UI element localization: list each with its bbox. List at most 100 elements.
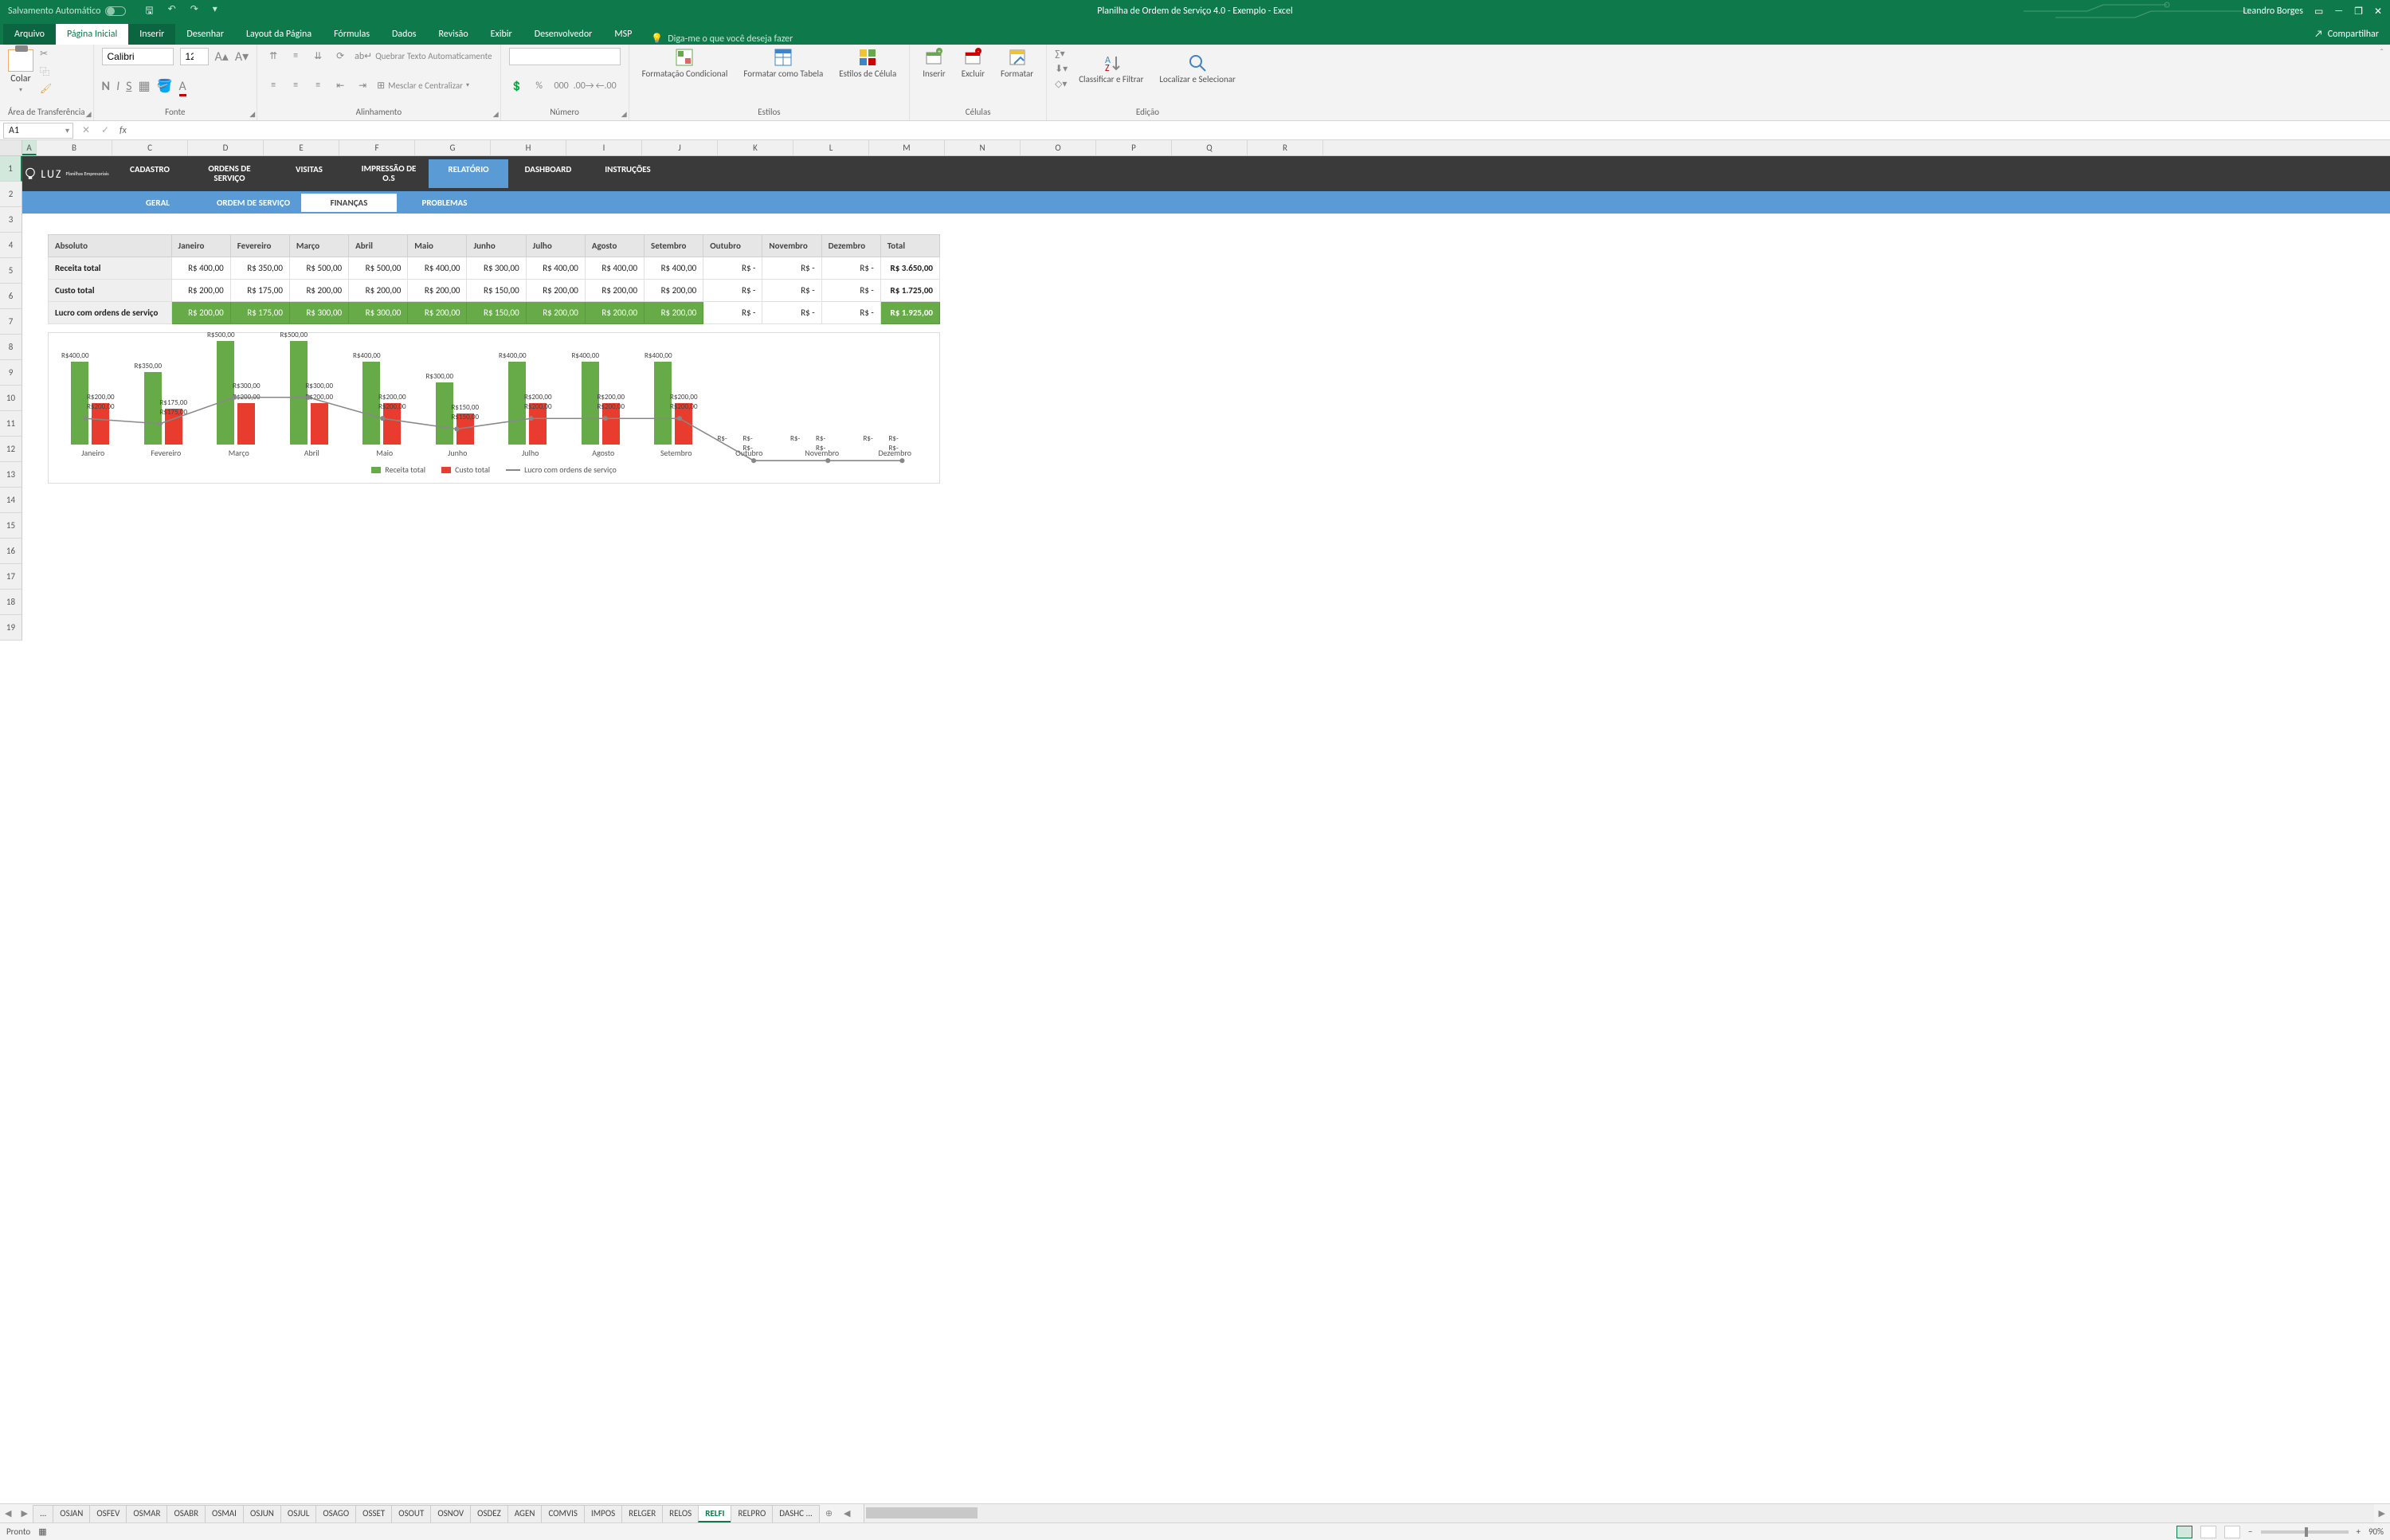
row-header[interactable]: 14 [0, 488, 22, 513]
number-format-select[interactable] [509, 48, 621, 65]
delete-cells-button[interactable]: -Excluir [957, 48, 989, 79]
cell-value[interactable]: R$ 200,00 [171, 302, 230, 324]
sheet-tab[interactable]: OSMAI [205, 1505, 244, 1522]
close-icon[interactable]: ✕ [2374, 6, 2382, 18]
sheet-tab[interactable]: OSABR [167, 1505, 206, 1522]
sheet-tab[interactable]: OSMAR [126, 1505, 167, 1522]
view-normal-icon[interactable] [2176, 1526, 2192, 1538]
add-sheet-icon[interactable]: ⊕ [819, 1508, 839, 1518]
save-icon[interactable]: 🖫 [145, 3, 153, 20]
underline-button[interactable]: S [126, 79, 131, 94]
row-header[interactable]: 5 [0, 258, 22, 284]
indent-inc-icon[interactable]: ⇥ [355, 77, 370, 93]
cell-value[interactable]: R$ 400,00 [585, 257, 644, 280]
autosave-toggle[interactable]: Salvamento Automático [0, 6, 134, 17]
cut-icon[interactable]: ✂ [40, 48, 52, 60]
sheet-tab[interactable]: OSAGO [315, 1505, 356, 1522]
redo-icon[interactable]: ↷ [190, 3, 198, 20]
autosum-icon[interactable]: ∑▾ [1055, 48, 1068, 60]
cell-value[interactable]: R$ 400,00 [171, 257, 230, 280]
select-all-corner[interactable] [0, 140, 22, 155]
cell-value[interactable]: R$ - [703, 257, 762, 280]
find-select-button[interactable]: Localizar e Selecionar [1154, 53, 1240, 84]
align-center-icon[interactable]: ≡ [288, 77, 304, 93]
zoom-in-icon[interactable]: + [2357, 1526, 2361, 1537]
col-header[interactable]: L [793, 140, 869, 155]
cell-value[interactable]: R$ 400,00 [645, 257, 703, 280]
row-header[interactable]: 10 [0, 386, 22, 411]
sheet-tab[interactable]: OSFEV [89, 1505, 127, 1522]
view-page-break-icon[interactable] [2224, 1526, 2240, 1538]
thousands-icon[interactable]: 000 [554, 78, 570, 94]
sheet-tab[interactable]: DASHC ... [772, 1505, 820, 1522]
format-as-table-button[interactable]: Formatar como Tabela [739, 48, 828, 79]
col-header[interactable]: R [1248, 140, 1323, 155]
cell-value[interactable]: R$ 200,00 [585, 302, 644, 324]
cell-value[interactable]: R$ 300,00 [467, 257, 526, 280]
row-header[interactable]: 1 [0, 156, 22, 182]
tab-layout[interactable]: Layout da Página [235, 24, 323, 45]
increase-font-icon[interactable]: A▴ [215, 49, 229, 65]
col-header[interactable]: O [1021, 140, 1096, 155]
cell-value[interactable]: R$ 150,00 [467, 302, 526, 324]
align-top-icon[interactable]: ⇈ [265, 48, 281, 64]
zoom-slider[interactable] [2261, 1530, 2349, 1534]
minimize-icon[interactable]: — [2334, 6, 2343, 17]
ribbon-display-icon[interactable]: ▭ [2314, 6, 2323, 18]
tab-file[interactable]: Arquivo [3, 24, 56, 45]
tab-view[interactable]: Exibir [480, 24, 523, 45]
formula-input[interactable] [131, 123, 2390, 139]
cell-value[interactable]: R$ 200,00 [585, 280, 644, 302]
insert-cells-button[interactable]: +Inserir [918, 48, 950, 79]
paste-button[interactable]: Colar ▾ [8, 49, 33, 94]
sheet-tab[interactable]: OSNOV [430, 1505, 471, 1522]
sheet-nav-prev-icon[interactable]: ◀ [0, 1508, 16, 1518]
cell-value[interactable]: R$ 200,00 [526, 280, 585, 302]
cell-value[interactable]: R$ 200,00 [526, 302, 585, 324]
inc-decimal-icon[interactable]: .00→ [576, 78, 592, 94]
cell-value[interactable]: R$ 200,00 [289, 280, 348, 302]
dialog-launcher-icon[interactable]: ◢ [621, 110, 627, 119]
tab-draw[interactable]: Desenhar [175, 24, 235, 45]
nav-cadastro[interactable]: CADASTRO [110, 159, 190, 188]
cell-value[interactable]: R$ - [703, 302, 762, 324]
col-header[interactable]: D [188, 140, 264, 155]
macro-record-icon[interactable]: ▦ [38, 1526, 46, 1537]
collapse-ribbon-icon[interactable]: ˆ [2373, 45, 2390, 120]
sheet-tab[interactable]: RELGER [621, 1505, 663, 1522]
font-size-select[interactable] [180, 48, 209, 65]
dialog-launcher-icon[interactable]: ◢ [249, 110, 255, 119]
font-color-icon[interactable]: A [179, 79, 186, 94]
format-painter-icon[interactable]: 🖌 [40, 83, 52, 95]
indent-dec-icon[interactable]: ⇤ [332, 77, 348, 93]
cell-value[interactable]: R$ 300,00 [349, 302, 408, 324]
finance-chart[interactable]: R$400,00R$200,00R$200,00R$350,00R$175,00… [48, 332, 940, 484]
cell-value[interactable]: R$ 500,00 [289, 257, 348, 280]
col-header[interactable]: N [945, 140, 1021, 155]
row-header[interactable]: 13 [0, 462, 22, 488]
row-header[interactable]: 16 [0, 539, 22, 564]
cell-value[interactable]: R$ - [762, 280, 821, 302]
tab-developer[interactable]: Desenvolvedor [523, 24, 604, 45]
subnav-finanças[interactable]: FINANÇAS [301, 194, 397, 212]
tell-me[interactable]: 💡Diga-me o que você deseja fazer [651, 33, 793, 45]
cell-value[interactable]: R$ 150,00 [467, 280, 526, 302]
tab-data[interactable]: Dados [381, 24, 427, 45]
sheet-tab[interactable]: COMVIS [541, 1505, 585, 1522]
border-icon[interactable]: ▦ [138, 78, 150, 94]
align-middle-icon[interactable]: ≡ [288, 48, 304, 64]
nav-relatório[interactable]: RELATÓRIO [429, 159, 508, 188]
nav-ordens-de-serviço[interactable]: ORDENS DESERVIÇO [190, 159, 269, 188]
enter-formula-icon[interactable]: ✓ [96, 124, 115, 136]
sheet-tab[interactable]: ... [33, 1505, 53, 1522]
fill-icon[interactable]: ⬇▾ [1055, 63, 1068, 75]
sheet-scroll-left-icon[interactable]: ◀ [839, 1508, 855, 1518]
sheet-tab[interactable]: OSDEZ [470, 1505, 508, 1522]
sheet-tab[interactable]: OSJUL [280, 1505, 316, 1522]
undo-icon[interactable]: ↶ [168, 3, 176, 20]
align-right-icon[interactable]: ≡ [310, 77, 326, 93]
tab-home[interactable]: Página Inicial [56, 24, 128, 45]
format-cells-button[interactable]: Formatar [996, 48, 1038, 79]
nav-impressão-de-o.s[interactable]: IMPRESSÃO DEO.S [349, 159, 429, 188]
cell-styles-button[interactable]: Estilos de Célula [834, 48, 901, 79]
